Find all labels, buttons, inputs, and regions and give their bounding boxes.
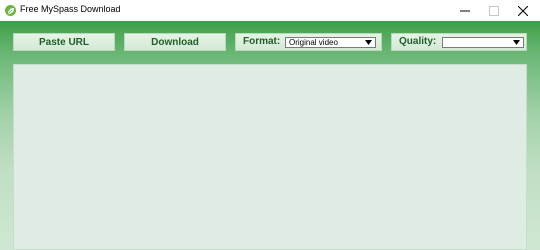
close-icon <box>517 5 528 16</box>
download-button[interactable]: Download <box>124 33 226 51</box>
download-list-panel[interactable] <box>13 64 527 250</box>
quality-group: Quality: <box>391 33 527 51</box>
paste-url-button[interactable]: Paste URL <box>13 33 115 51</box>
quality-select[interactable] <box>442 37 524 48</box>
format-group: Format: Original video <box>235 33 382 51</box>
chevron-down-icon <box>513 40 520 45</box>
format-select[interactable]: Original video <box>285 37 376 48</box>
close-button[interactable] <box>508 0 537 21</box>
app-leaf-icon <box>5 5 16 16</box>
maximize-button[interactable] <box>479 0 508 21</box>
maximize-icon <box>488 5 499 16</box>
format-select-value: Original video <box>289 38 338 47</box>
title-bar: Free MySpass Download <box>0 0 540 21</box>
minimize-button[interactable] <box>450 0 479 21</box>
format-label: Format: <box>243 36 281 47</box>
quality-label: Quality: <box>399 36 437 47</box>
minimize-icon <box>459 10 470 11</box>
window-title: Free MySpass Download <box>20 4 121 14</box>
client-area: Paste URL Download Format: Original vide… <box>0 21 540 250</box>
chevron-down-icon <box>365 40 372 45</box>
